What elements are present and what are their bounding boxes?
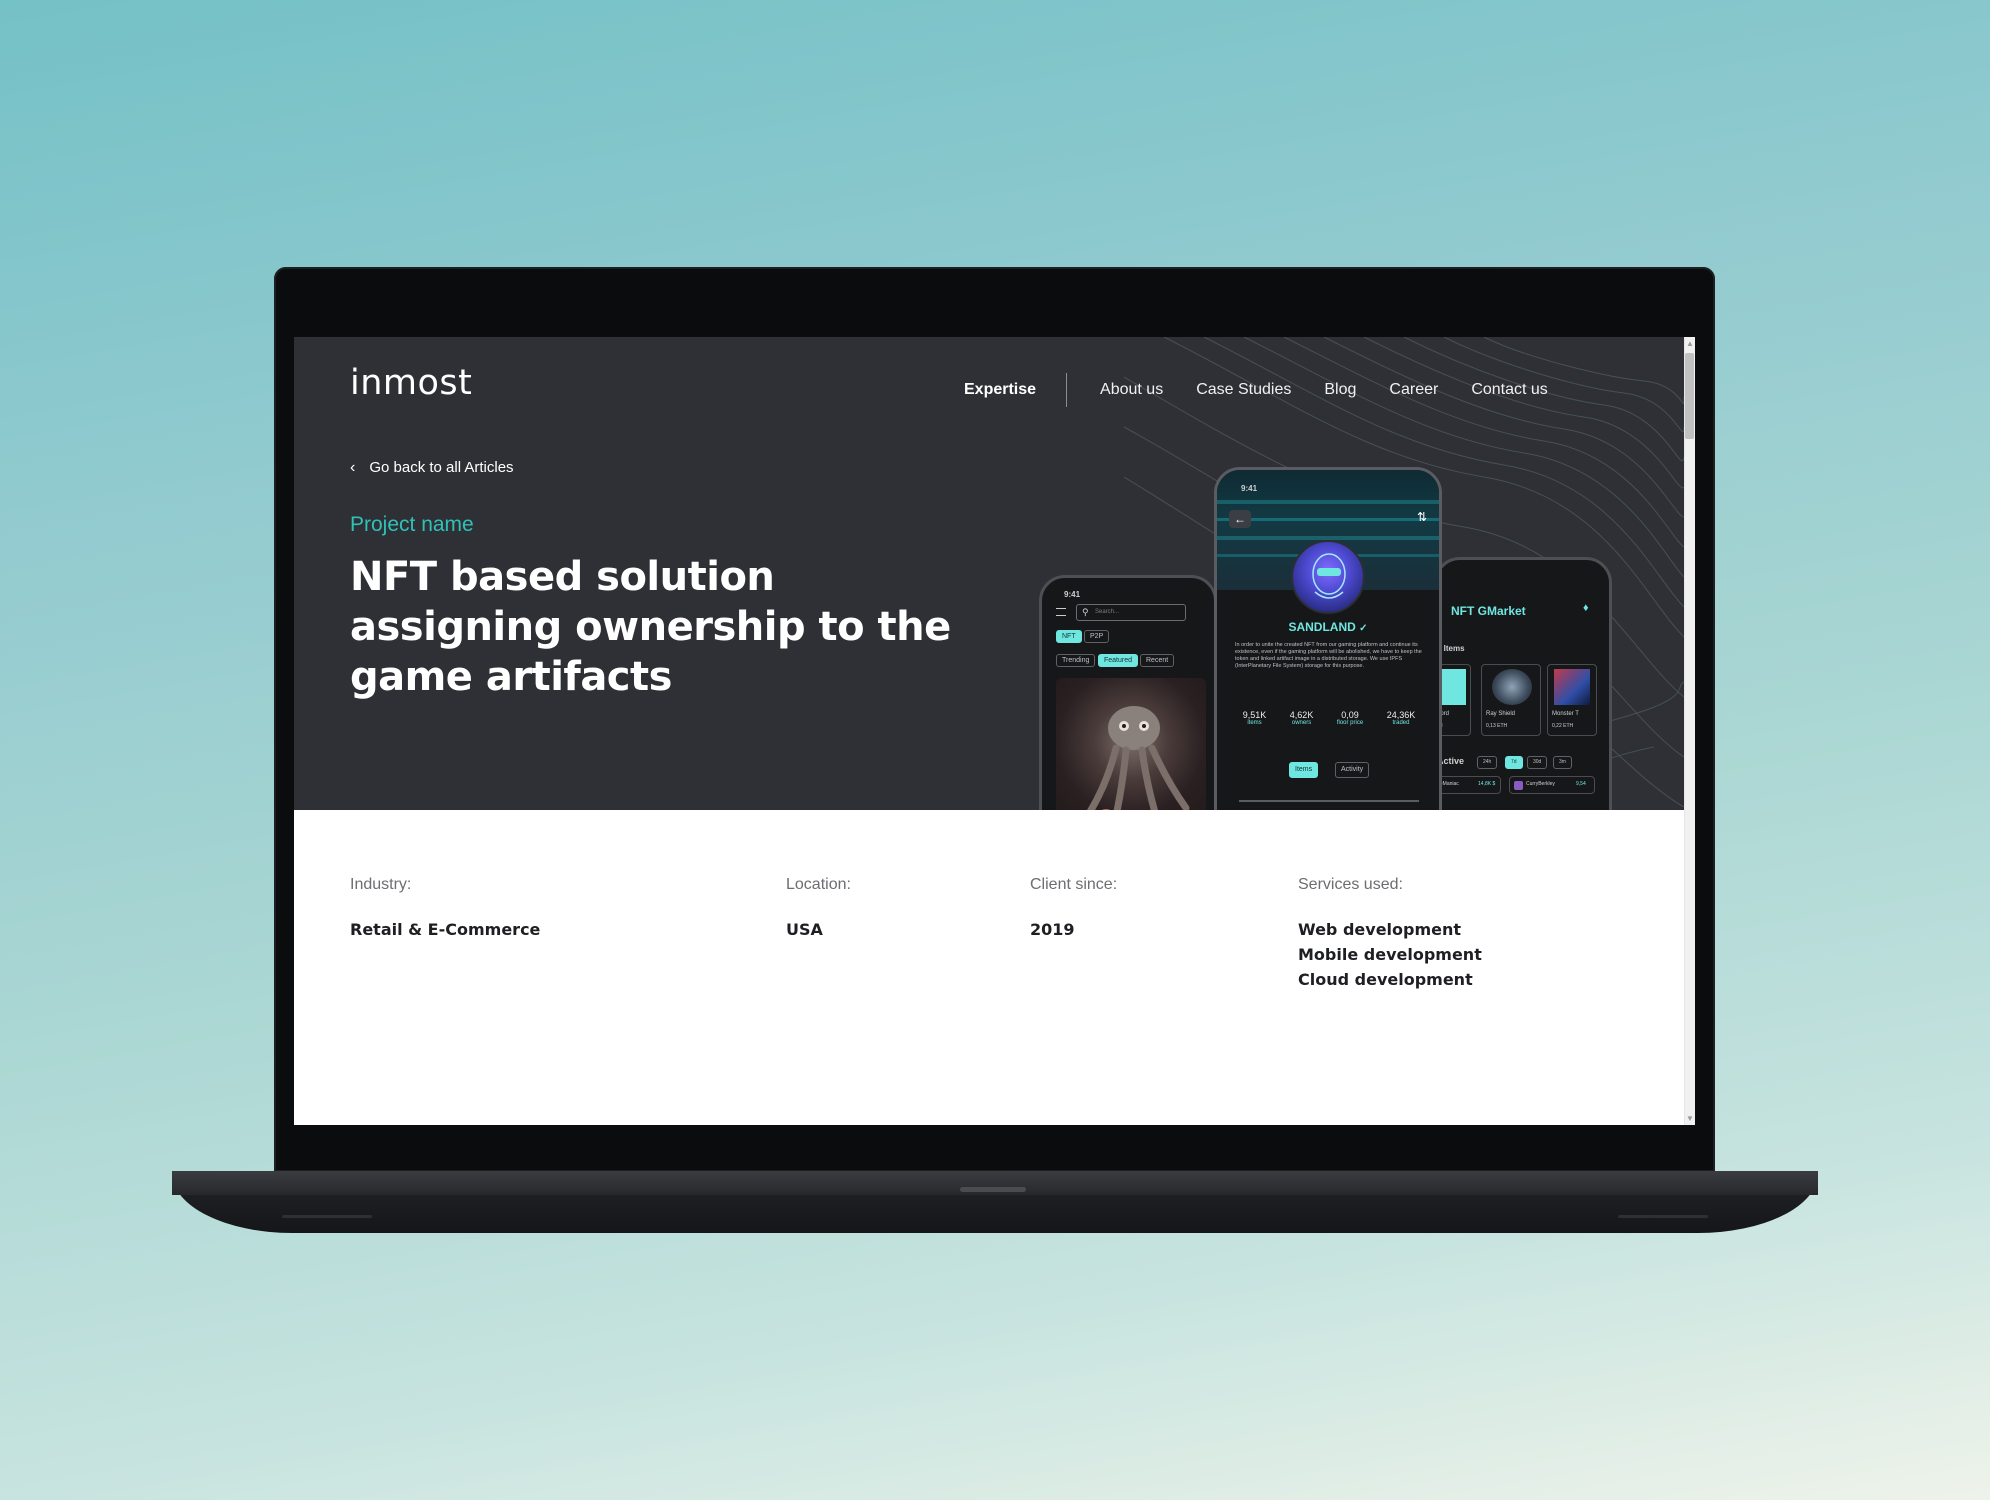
laptop-notch bbox=[960, 1187, 1026, 1192]
tab-items: Items bbox=[1289, 762, 1319, 778]
trader-avatar bbox=[1514, 781, 1523, 790]
laptop-lid: inmost Expertise About us Case Studies B… bbox=[274, 267, 1715, 1172]
octopus-creature-image bbox=[1086, 706, 1190, 810]
nav-expertise[interactable]: Expertise bbox=[964, 381, 1036, 399]
detail-client-since: Client since: 2019 bbox=[1030, 876, 1117, 942]
industry-value: Retail & E-Commerce bbox=[350, 920, 541, 939]
detail-services: Services used: Web development Mobile de… bbox=[1298, 876, 1482, 992]
hero-section: inmost Expertise About us Case Studies B… bbox=[294, 337, 1684, 810]
collection-avatar bbox=[1291, 540, 1365, 614]
phone-mockup-right: NFT GMarket ♦ e Items word TH Ray Shield… bbox=[1434, 557, 1612, 810]
detail-location: Location: USA bbox=[786, 876, 851, 942]
search-icon: ⚲ bbox=[1082, 607, 1089, 617]
service-web-development: Web development bbox=[1298, 920, 1462, 939]
stat-owners: 4,62K owners bbox=[1289, 710, 1314, 726]
period-30d: 30d bbox=[1527, 756, 1548, 769]
share-icon: ⇅ bbox=[1416, 510, 1427, 524]
page-title: NFT based solution assigning ownership t… bbox=[350, 554, 951, 700]
chip-p2p: P2P bbox=[1084, 630, 1110, 643]
location-label: Location: bbox=[786, 876, 851, 893]
nav-case-studies[interactable]: Case Studies bbox=[1196, 381, 1291, 399]
scrollbar-thumb[interactable] bbox=[1685, 353, 1694, 439]
service-mobile-development: Mobile development bbox=[1298, 945, 1482, 964]
trader-row-1: ttleManiac 14,8K $ bbox=[1437, 776, 1501, 794]
nav-career[interactable]: Career bbox=[1389, 381, 1438, 399]
stat-floor-price: 0,09 floor price bbox=[1336, 710, 1364, 726]
period-24h: 24h bbox=[1477, 756, 1498, 769]
stat-traded: 24,36K traded bbox=[1386, 710, 1416, 726]
nav-divider bbox=[1066, 373, 1068, 407]
chevron-left-icon: ‹ bbox=[350, 458, 356, 476]
chip-trending: Trending bbox=[1056, 654, 1096, 667]
main-nav: Expertise About us Case Studies Blog Car… bbox=[964, 373, 1581, 407]
market-title: NFT GMarket bbox=[1451, 604, 1526, 618]
period-3m: 3m bbox=[1553, 756, 1572, 769]
menu-icon bbox=[1056, 608, 1066, 616]
browser-viewport: inmost Expertise About us Case Studies B… bbox=[294, 337, 1695, 1125]
divider bbox=[1239, 800, 1419, 802]
project-name: Project name bbox=[350, 513, 474, 536]
service-cloud-development: Cloud development bbox=[1298, 970, 1473, 989]
collection-name: SANDLAND ✓ bbox=[1217, 620, 1439, 634]
detail-industry: Industry: Retail & E-Commerce bbox=[350, 876, 540, 942]
scroll-down-arrow-icon[interactable]: ▼ bbox=[1686, 1115, 1694, 1123]
trader-row-2: CurryBerkley 9,54 bbox=[1509, 776, 1595, 794]
nav-blog[interactable]: Blog bbox=[1324, 381, 1356, 399]
status-time: 9:41 bbox=[1241, 484, 1258, 493]
collection-description: In order to unite the created NFT from o… bbox=[1235, 642, 1422, 669]
location-value: USA bbox=[786, 920, 823, 939]
project-details: Industry: Retail & E-Commerce Location: … bbox=[294, 810, 1684, 1125]
laptop-vent-right bbox=[1618, 1215, 1708, 1218]
search-placeholder: Search... bbox=[1095, 609, 1120, 615]
period-7d: 7d bbox=[1505, 756, 1523, 769]
services-label: Services used: bbox=[1298, 876, 1403, 893]
laptop-vent-left bbox=[282, 1215, 372, 1218]
nft-artwork-image bbox=[1056, 678, 1206, 810]
status-time: 9:41 bbox=[1064, 590, 1081, 599]
back-to-articles-link[interactable]: ‹ Go back to all Articles bbox=[350, 459, 514, 476]
eth-icon: ♦ bbox=[1583, 602, 1589, 614]
chip-recent: Recent bbox=[1140, 654, 1175, 667]
chip-nft: NFT bbox=[1056, 630, 1082, 643]
nav-about-us[interactable]: About us bbox=[1100, 381, 1163, 399]
robot-face-image bbox=[1312, 553, 1346, 599]
phone-mockup-center: 9:41 ← ⇅ SANDLAND ✓ In order to unite th… bbox=[1214, 467, 1442, 810]
tab-activity: Activity bbox=[1335, 762, 1370, 778]
back-link-label: Go back to all Articles bbox=[369, 459, 514, 476]
chip-featured: Featured bbox=[1098, 654, 1139, 667]
phone-mockup-left: 9:41 ⚲ Search... NFT P2P Trending Featur… bbox=[1039, 575, 1217, 810]
industry-label: Industry: bbox=[350, 876, 412, 893]
scroll-up-arrow-icon[interactable]: ▲ bbox=[1686, 340, 1694, 348]
client-since-value: 2019 bbox=[1030, 920, 1075, 939]
inmost-logo[interactable]: inmost bbox=[350, 363, 472, 403]
verified-icon: ✓ bbox=[1359, 623, 1368, 634]
collection-stats: 9,51K items 4,62K owners 0,09 floor price 2… bbox=[1231, 710, 1427, 726]
client-since-label: Client since: bbox=[1030, 876, 1118, 893]
item-card-ray-shield: Ray Shield 0,13 ETH bbox=[1481, 664, 1541, 736]
item-card-monster: Monster T 0,22 ETH bbox=[1547, 664, 1597, 736]
vertical-scrollbar[interactable]: ▲ ▼ bbox=[1684, 337, 1695, 1125]
back-arrow-icon: ← bbox=[1229, 510, 1251, 528]
nav-contact-us[interactable]: Contact us bbox=[1471, 381, 1547, 399]
stat-items: 9,51K items bbox=[1242, 710, 1267, 726]
collection-name-text: SANDLAND bbox=[1288, 620, 1356, 634]
search-input: ⚲ Search... bbox=[1076, 604, 1186, 621]
laptop-base bbox=[172, 1171, 1818, 1233]
